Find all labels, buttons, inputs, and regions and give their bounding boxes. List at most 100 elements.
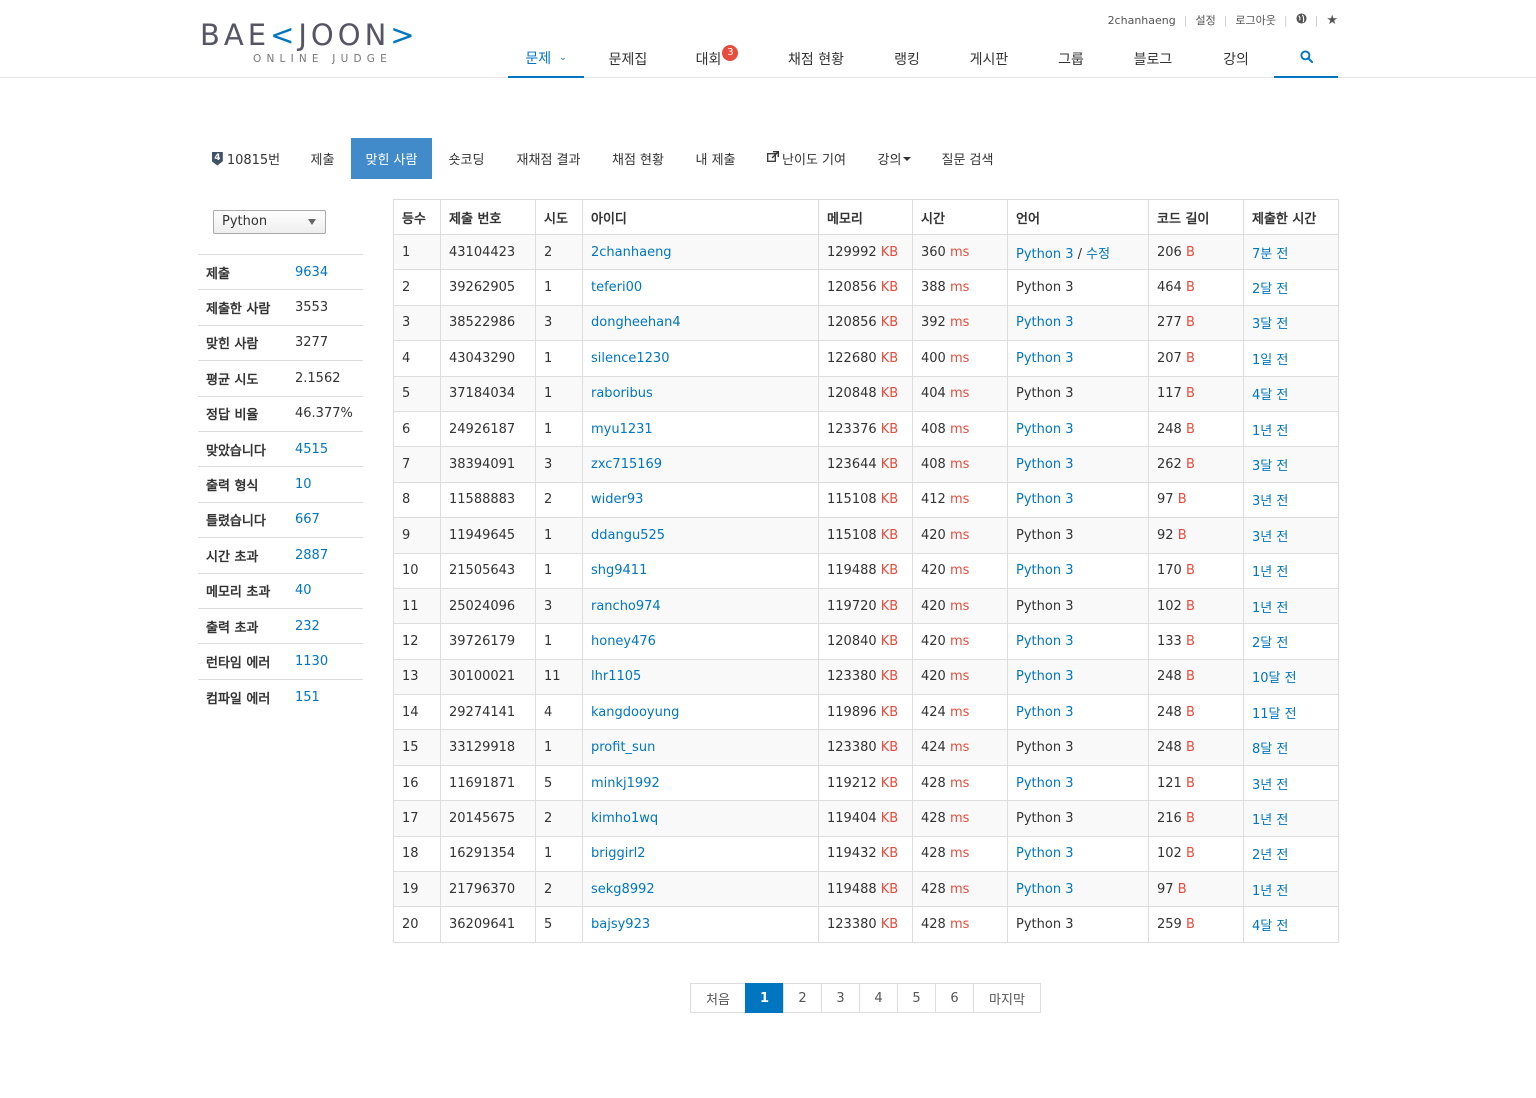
user-link[interactable]: kimho1wq [591,811,658,826]
user-link[interactable]: teferi00 [591,280,642,295]
language-link[interactable]: Python 3 [1016,705,1073,720]
user-link[interactable]: briggirl2 [591,846,646,861]
user-link[interactable]: bajsy923 [591,917,650,932]
user-link[interactable]: silence1230 [591,351,669,366]
page-first[interactable]: 처음 [690,983,746,1013]
globe-icon[interactable] [1296,13,1307,27]
stat-value[interactable]: 2887 [287,537,363,574]
submitted-at-link[interactable]: 3년 전 [1252,778,1288,793]
language-link[interactable]: Python 3 [1016,563,1073,578]
page-6[interactable]: 6 [935,983,974,1013]
user-link[interactable]: rancho974 [591,599,661,614]
tab-submit[interactable]: 제출 [294,138,351,179]
tab-solvers[interactable]: 맞힌 사람 [351,138,432,179]
language-link[interactable]: Python 3 [1016,315,1073,330]
tab-status[interactable]: 채점 현황 [596,138,680,179]
username-link[interactable]: 2chanhaeng [1108,14,1176,27]
language-link[interactable]: Python 3 [1016,634,1073,649]
star-icon[interactable]: ★ [1326,13,1338,28]
language-link[interactable]: Python 3 [1016,422,1073,437]
user-link[interactable]: dongheehan4 [591,315,681,330]
language-link[interactable]: Python 3 [1016,351,1073,366]
submitted-at-link[interactable]: 1년 전 [1252,565,1288,580]
language-link[interactable]: Python 3 [1016,492,1073,507]
page-last[interactable]: 마지막 [973,983,1041,1013]
user-link[interactable]: 2chanhaeng [591,245,672,260]
nav-item-board[interactable]: 게시판 [944,40,1034,78]
language-select[interactable]: Python [213,210,326,234]
page-1[interactable]: 1 [745,983,784,1013]
language-link[interactable]: Python 3 [1016,457,1073,472]
stat-value[interactable]: 151 [287,678,363,715]
submitted-at-link[interactable]: 7분 전 [1252,247,1288,262]
stat-value[interactable]: 10 [287,466,363,503]
submitted-at-link[interactable]: 10달 전 [1252,671,1297,686]
submitted-at-link[interactable]: 1년 전 [1252,813,1288,828]
submitted-at-link[interactable]: 4달 전 [1252,388,1288,403]
submitted-at-link[interactable]: 1년 전 [1252,601,1288,616]
submitted-at-link[interactable]: 1년 전 [1252,424,1288,439]
stat-value[interactable]: 232 [287,607,363,644]
submitted-at-link[interactable]: 4달 전 [1252,919,1288,934]
tab-rejudge[interactable]: 재채점 결과 [501,138,596,179]
nav-item-workbooks[interactable]: 문제집 [584,40,672,78]
submitted-at-link[interactable]: 11달 전 [1252,707,1297,722]
user-link[interactable]: ddangu525 [591,528,665,543]
tab-qna-search[interactable]: 질문 검색 [927,138,1008,179]
submitted-at-link[interactable]: 2달 전 [1252,636,1288,651]
submitted-at-link[interactable]: 3년 전 [1252,530,1288,545]
submitted-at-link[interactable]: 2년 전 [1252,848,1288,863]
page-2[interactable]: 2 [783,983,822,1013]
site-logo[interactable]: BAE<JOON> ONLINE JUDGE [200,18,450,68]
user-link[interactable]: minkj1992 [591,776,660,791]
stat-label: 정답 비율 [198,395,287,432]
submitted-at-cell: 1일 전 [1243,340,1339,377]
nav-item-problems[interactable]: 문제 ⌄ [508,40,584,78]
page-3[interactable]: 3 [821,983,860,1013]
user-link[interactable]: shg9411 [591,563,647,578]
nav-item-status[interactable]: 채점 현황 [762,40,870,78]
submitted-at-link[interactable]: 3달 전 [1252,317,1288,332]
submitted-at-link[interactable]: 1년 전 [1252,884,1288,899]
user-link[interactable]: raboribus [591,386,653,401]
submitted-at-link[interactable]: 3달 전 [1252,459,1288,474]
user-link[interactable]: lhr1105 [591,669,641,684]
language-link[interactable]: Python 3 [1016,776,1073,791]
user-link[interactable]: myu1231 [591,422,653,437]
page-5[interactable]: 5 [897,983,936,1013]
user-link[interactable]: kangdooyung [591,705,679,720]
user-link[interactable]: profit_sun [591,740,655,755]
user-link[interactable]: honey476 [591,634,656,649]
nav-item-contests[interactable]: 대회 3 [672,40,762,78]
nav-item-blog[interactable]: 블로그 [1108,40,1198,78]
edit-link[interactable]: 수정 [1086,247,1110,262]
language-link[interactable]: Python 3 [1016,669,1073,684]
nav-item-ranking[interactable]: 랭킹 [870,40,944,78]
tab-lecture[interactable]: 강의 [862,138,927,179]
nav-item-groups[interactable]: 그룹 [1034,40,1108,78]
language-link[interactable]: Python 3 [1016,882,1073,897]
submitted-at-link[interactable]: 1일 전 [1252,353,1288,368]
language-link[interactable]: Python 3 [1016,846,1073,861]
submitted-at-link[interactable]: 2달 전 [1252,282,1288,297]
user-link[interactable]: sekg8992 [591,882,655,897]
tab-shortcoding[interactable]: 숏코딩 [432,138,501,179]
stat-value[interactable]: 1130 [287,643,363,680]
tab-my-submissions[interactable]: 내 제출 [680,138,751,179]
submitted-at-link[interactable]: 3년 전 [1252,494,1288,509]
user-link[interactable]: wider93 [591,492,643,507]
language-link[interactable]: Python 3 [1016,247,1073,262]
user-link[interactable]: zxc715169 [591,457,662,472]
submitted-at-link[interactable]: 8달 전 [1252,742,1288,757]
tab-difficulty[interactable]: 난이도 기여 [751,138,862,179]
settings-link[interactable]: 설정 [1195,12,1215,28]
logout-link[interactable]: 로그아웃 [1235,12,1275,28]
stat-value[interactable]: 40 [287,572,363,609]
page-4[interactable]: 4 [859,983,898,1013]
stat-value[interactable]: 4515 [287,430,363,467]
stat-value[interactable]: 667 [287,501,363,538]
nav-item-lectures[interactable]: 강의 [1198,40,1274,78]
nav-search-button[interactable] [1274,40,1338,78]
tab-problem[interactable]: 4 10815번 [198,138,294,179]
stat-value[interactable]: 9634 [287,253,363,290]
